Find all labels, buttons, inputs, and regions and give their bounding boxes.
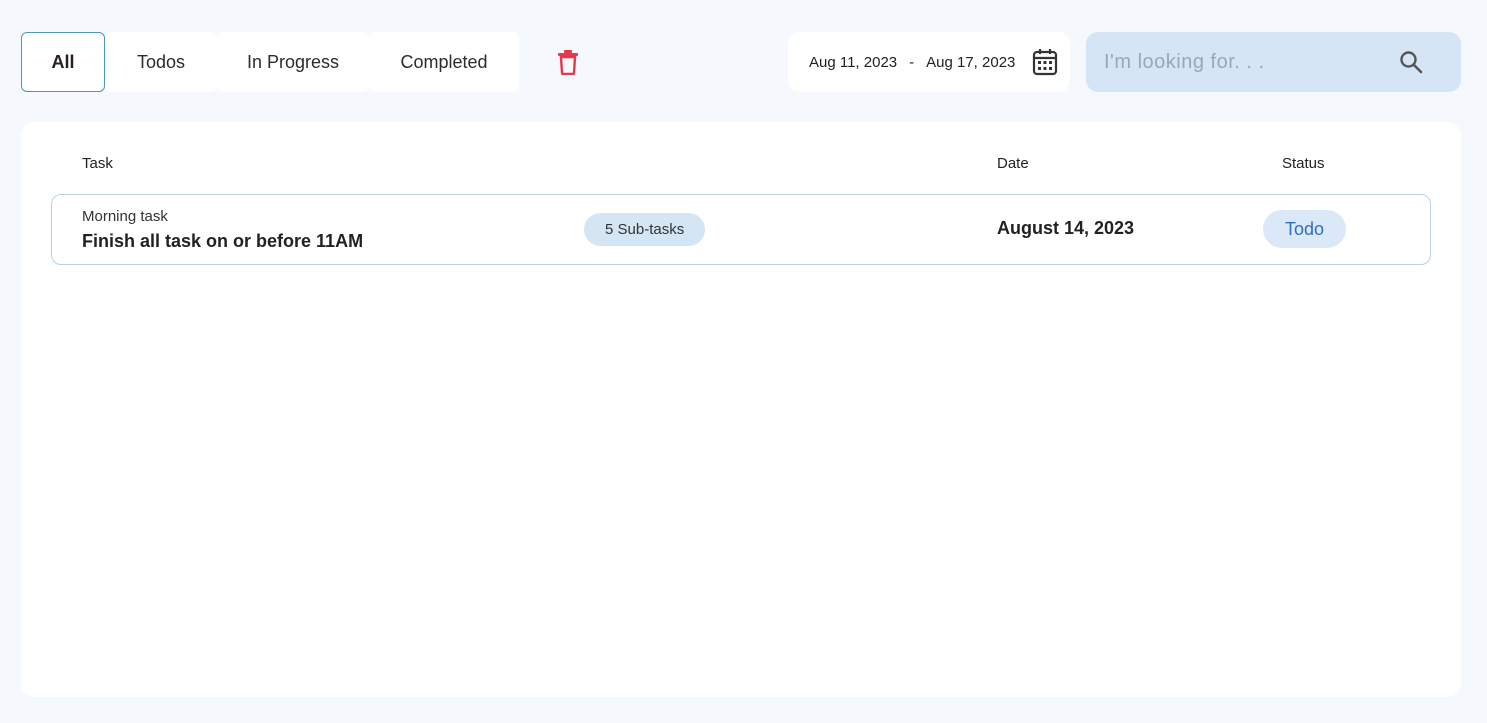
search-input[interactable]	[1086, 32, 1396, 92]
task-table: Task Date Status Morning task Finish all…	[21, 122, 1461, 697]
column-header-date: Date	[997, 155, 1029, 172]
tab-completed[interactable]: Completed	[369, 32, 519, 92]
task-category: Morning task	[82, 208, 168, 225]
status-badge[interactable]: Todo	[1263, 210, 1346, 248]
column-header-status: Status	[1282, 155, 1325, 172]
task-title: Finish all task on or before 11AM	[82, 231, 364, 251]
date-range-end: Aug 17, 2023	[926, 53, 1016, 71]
date-range-start: Aug 11, 2023	[809, 53, 898, 71]
tab-all[interactable]: All	[21, 32, 105, 92]
tab-in-progress[interactable]: In Progress	[217, 32, 369, 92]
date-range-separator: -	[909, 53, 915, 71]
date-range-picker[interactable]: Aug 11, 2023 - Aug 17, 2023	[788, 32, 1070, 92]
tab-todos[interactable]: Todos	[105, 32, 217, 92]
subtasks-badge[interactable]: 5 Sub-tasks	[584, 213, 706, 246]
calendar-icon[interactable]	[1032, 48, 1058, 76]
search-icon[interactable]	[1399, 50, 1423, 74]
trash-icon[interactable]	[557, 49, 579, 76]
task-date: August 14, 2023	[997, 218, 1135, 238]
toolbar: All Todos In Progress Completed Aug 11, …	[21, 32, 1461, 92]
table-row[interactable]: Morning task Finish all task on or befor…	[51, 194, 1431, 265]
search-bar	[1086, 32, 1461, 92]
filter-tabs: All Todos In Progress Completed	[21, 32, 519, 92]
column-header-task: Task	[82, 155, 113, 172]
